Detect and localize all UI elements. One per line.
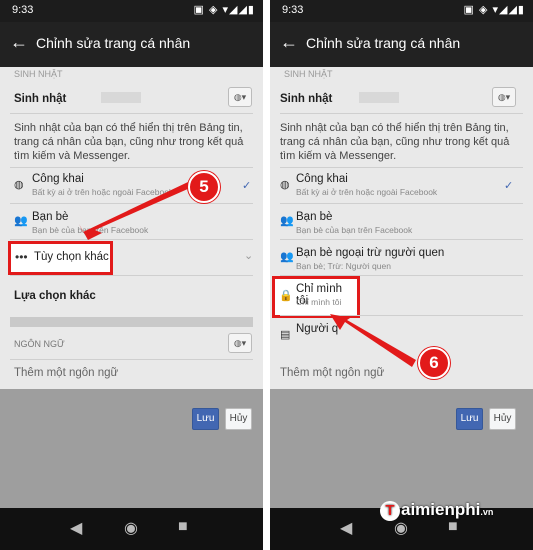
step-badge: 6 [418, 347, 450, 379]
watermark-logo: Taimienphi.vn [380, 500, 493, 521]
phone-screen-right: 9:33 ▣ ◈ ▾◢◢▮ ← Chỉnh sửa trang cá nhân … [270, 0, 533, 550]
annotation-arrow [330, 314, 416, 367]
phone-screen-left: 9:33 ▣ ◈ ▾◢◢▮ ← Chỉnh sửa trang cá nhân … [0, 0, 263, 550]
annotation-arrow [79, 182, 190, 240]
step-badge: 5 [188, 171, 220, 203]
